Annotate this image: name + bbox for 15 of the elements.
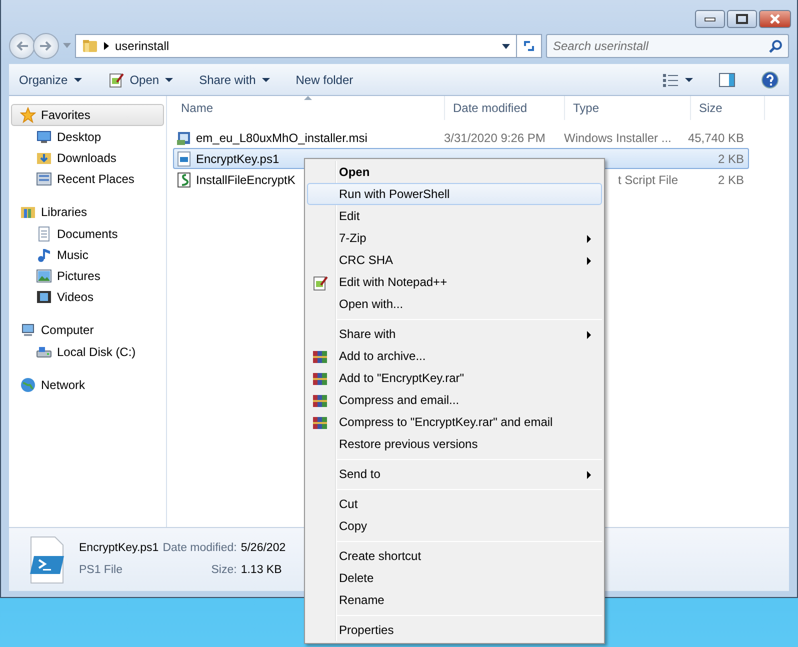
file-size: 2 KB [718,172,744,186]
file-type: PS1 File [79,562,124,578]
file-name: EncryptKey.ps1 [79,541,159,556]
date-value: 5/26/202 [240,541,286,556]
date-label: Date modified: [162,541,237,556]
file-name: em_eu_L80uxMhO_installer.msi [196,130,368,146]
size-value: 1.13 KB [240,562,283,578]
file-size: 45,740 KB [688,130,744,144]
file-name: EncryptKey.ps1 [196,150,280,168]
size-label: Size: [210,562,237,578]
file-name: InstallFileEncryptK [196,172,296,188]
file-date: 3/31/2020 9:26 PM [444,130,546,144]
file-type: t Script File [618,172,678,186]
file-size: 2 KB [718,152,744,166]
file-type: Windows Installer ... [564,130,672,144]
